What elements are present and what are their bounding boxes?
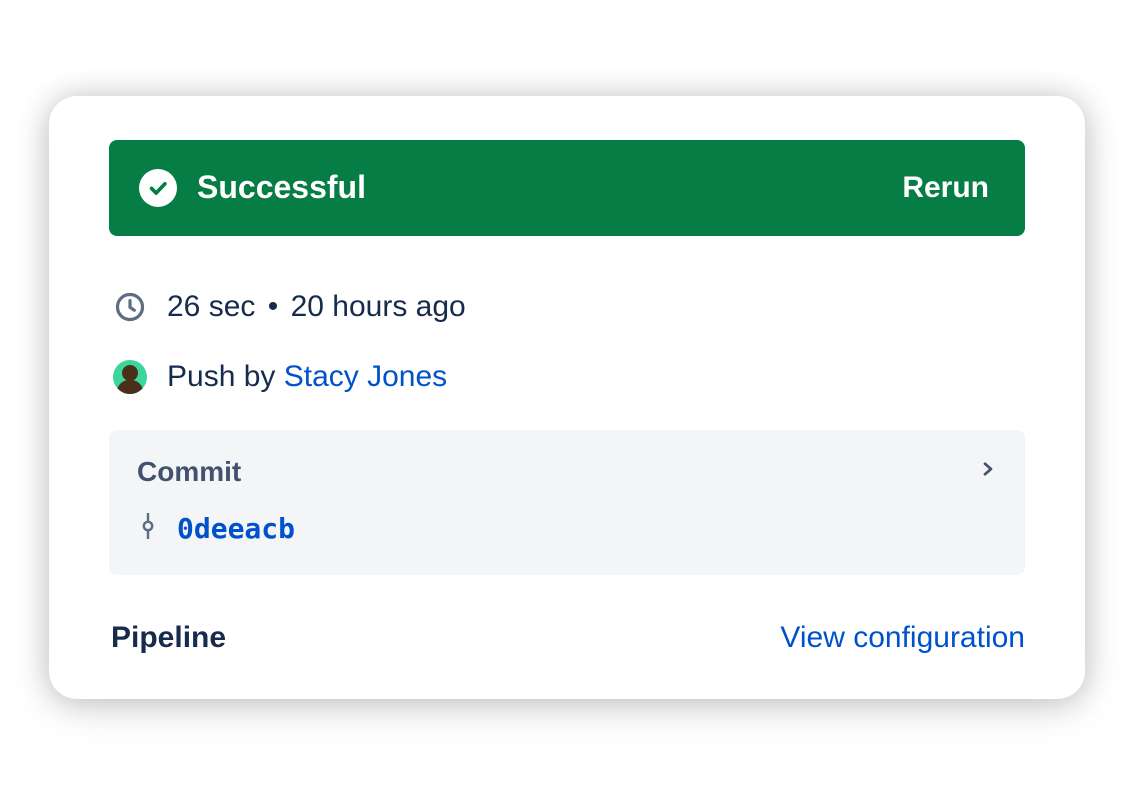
commit-header: Commit <box>137 456 997 488</box>
status-left: Successful <box>139 169 366 207</box>
commit-title: Commit <box>137 456 241 488</box>
view-configuration-link[interactable]: View configuration <box>780 621 1025 655</box>
status-banner: Successful Rerun <box>109 140 1025 236</box>
clock-icon <box>113 290 147 324</box>
timeago: 20 hours ago <box>291 290 466 323</box>
event-prefix: Push by <box>167 360 275 393</box>
success-check-icon <box>139 169 177 207</box>
meta-section: 26 sec • 20 hours ago Push by Stacy Jone… <box>109 236 1025 394</box>
commit-box[interactable]: Commit 0deeacb <box>109 430 1025 575</box>
bullet-separator: • <box>255 290 290 323</box>
rerun-button[interactable]: Rerun <box>902 171 989 205</box>
author-link[interactable]: Stacy Jones <box>284 360 447 393</box>
chevron-right-icon <box>979 460 997 483</box>
pipeline-row: Pipeline View configuration <box>109 575 1025 655</box>
duration: 26 sec <box>167 290 255 323</box>
avatar <box>113 360 147 394</box>
pipeline-title: Pipeline <box>111 621 226 655</box>
card-inner: Successful Rerun 26 sec • 20 hours ago <box>49 140 1085 655</box>
commit-row: 0deeacb <box>137 512 997 545</box>
commit-node-icon <box>141 513 155 544</box>
commit-hash-link[interactable]: 0deeacb <box>177 512 295 545</box>
timing-row: 26 sec • 20 hours ago <box>113 290 1025 324</box>
event-text: Push by Stacy Jones <box>167 360 447 394</box>
author-row: Push by Stacy Jones <box>113 360 1025 394</box>
pipeline-card: Successful Rerun 26 sec • 20 hours ago <box>49 96 1085 699</box>
timing-text: 26 sec • 20 hours ago <box>167 290 466 324</box>
status-label: Successful <box>197 169 366 206</box>
